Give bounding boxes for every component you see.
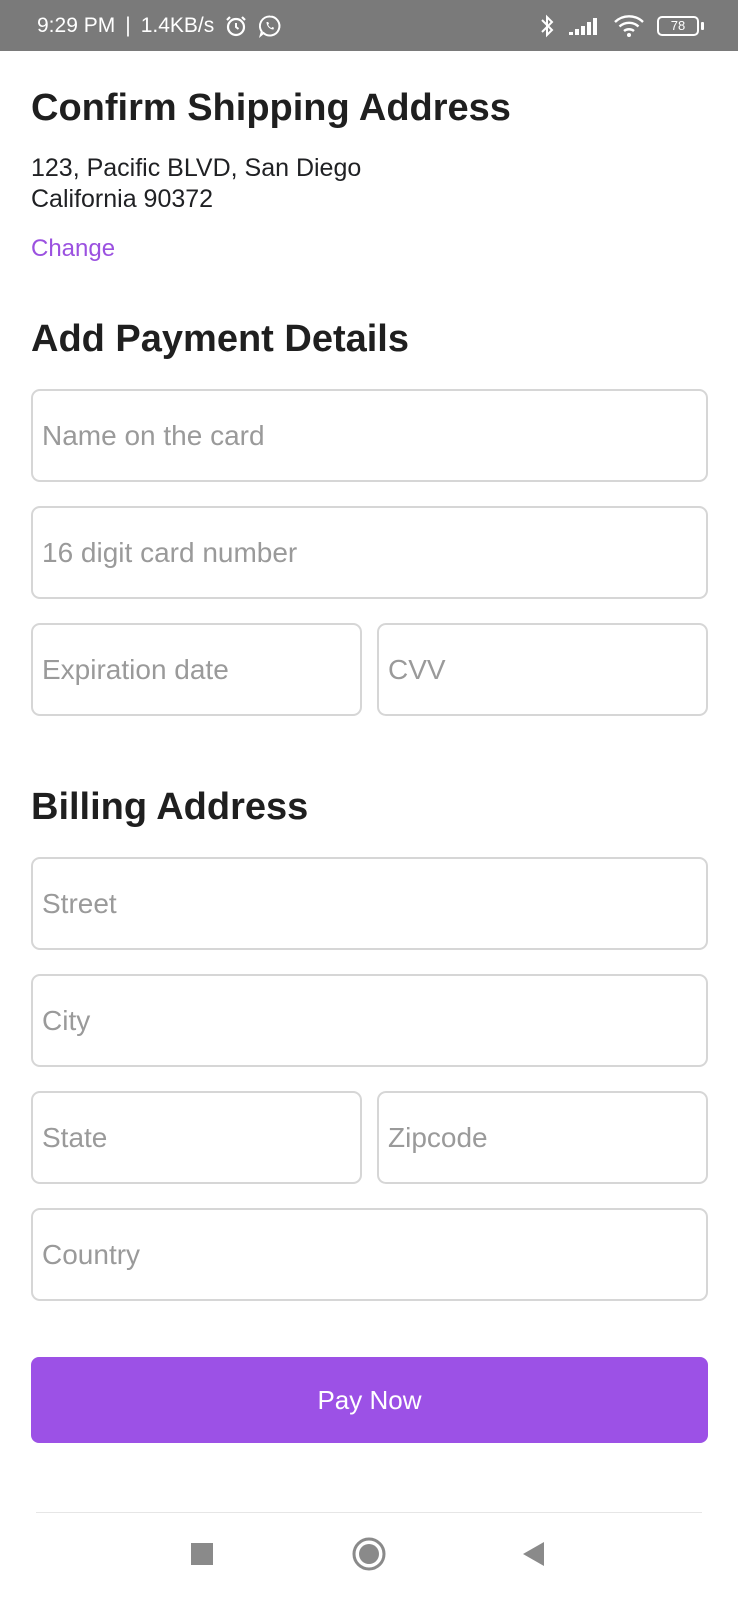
battery-level: 78 <box>657 15 699 36</box>
status-right: 78 <box>539 13 704 39</box>
status-bar: 9:29 PM | 1.4KB/s 78 <box>0 0 738 51</box>
recents-square-icon <box>190 1542 214 1571</box>
status-time: 9:29 PM <box>37 13 116 37</box>
card-name-input[interactable] <box>31 389 708 482</box>
back-button[interactable] <box>494 1513 574 1600</box>
state-input[interactable] <box>31 1091 362 1184</box>
change-address-link[interactable]: Change <box>31 235 115 263</box>
status-separator: | <box>125 13 131 37</box>
battery-icon: 78 <box>657 15 704 36</box>
battery-tip <box>701 21 704 30</box>
status-left: 9:29 PM | 1.4KB/s <box>37 14 282 38</box>
pay-now-button[interactable]: Pay Now <box>31 1357 708 1443</box>
alarm-icon <box>224 14 248 38</box>
shipping-address-line1: 123, Pacific BLVD, San Diego <box>31 154 362 182</box>
home-circle-icon <box>351 1536 387 1577</box>
whatsapp-icon <box>258 14 282 38</box>
recents-button[interactable] <box>162 1513 242 1600</box>
city-input[interactable] <box>31 974 708 1067</box>
status-network-speed: 1.4KB/s <box>140 13 215 37</box>
bluetooth-icon <box>539 13 555 39</box>
card-number-input[interactable] <box>31 506 708 599</box>
billing-title: Billing Address <box>31 786 309 828</box>
cvv-input[interactable] <box>377 623 708 716</box>
wifi-icon <box>613 14 645 38</box>
payment-title: Add Payment Details <box>31 318 409 360</box>
shipping-address-line2: California 90372 <box>31 185 214 213</box>
expiration-date-input[interactable] <box>31 623 362 716</box>
home-button[interactable] <box>329 1513 409 1600</box>
back-triangle-icon <box>522 1541 546 1572</box>
navigation-bar <box>0 1513 738 1600</box>
street-input[interactable] <box>31 857 708 950</box>
shipping-title: Confirm Shipping Address <box>31 87 511 129</box>
country-input[interactable] <box>31 1208 708 1301</box>
signal-icon <box>567 15 601 37</box>
zipcode-input[interactable] <box>377 1091 708 1184</box>
